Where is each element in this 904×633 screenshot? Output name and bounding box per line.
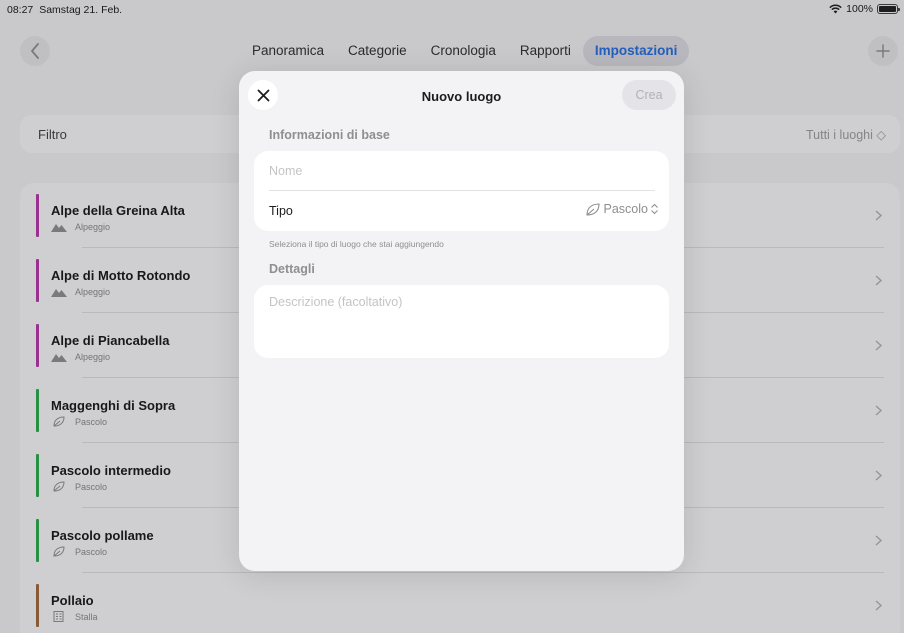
leaf-icon [585,202,600,216]
name-field[interactable] [269,161,654,181]
type-label: Tipo [269,204,293,218]
type-value: Pascolo [603,202,648,216]
create-button[interactable]: Crea [622,80,676,110]
type-picker[interactable]: Pascolo [584,202,659,216]
basic-info-card: Tipo Pascolo [254,151,669,231]
section-header-details: Dettagli [269,262,315,276]
description-field[interactable] [269,295,654,345]
type-hint: Seleziona il tipo di luogo che stai aggi… [269,239,444,249]
chevron-updown-icon [651,203,658,215]
sheet-title: Nuovo luogo [421,89,502,104]
new-place-sheet: Nuovo luogo Crea Informazioni di base Ti… [239,71,684,571]
section-header-basic: Informazioni di base [269,128,390,142]
details-card [254,285,669,358]
